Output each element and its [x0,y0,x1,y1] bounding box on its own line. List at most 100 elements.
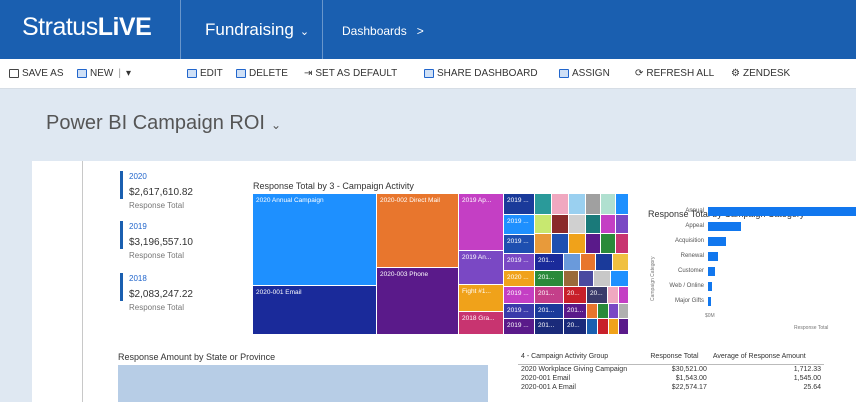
treemap-cell[interactable]: 2020 ... [504,271,534,286]
treemap-cell[interactable]: 20... [587,287,607,303]
bar[interactable] [708,267,716,276]
treemap-cell[interactable] [609,304,618,318]
table-row[interactable]: 2020 Workplace Giving Campaign $30,521.0… [518,365,824,375]
treemap-cell[interactable] [619,287,628,303]
bar[interactable] [708,207,856,216]
treemap-cell[interactable]: 2019 ... [504,319,534,334]
column-header[interactable]: Average of Response Amount [709,349,824,365]
table-cell: $1,543.00 [675,375,707,382]
treemap-cell[interactable]: 2018 Gra... [459,312,503,334]
share-dashboard-button[interactable]: SHARE DASHBOARD [424,68,538,79]
treemap-cell[interactable]: 201... [535,271,563,286]
treemap-cell[interactable] [601,215,615,233]
treemap-cell[interactable]: 2019 An... [459,251,503,284]
treemap-cell[interactable]: Fight #1... [459,285,503,311]
treemap-cell[interactable]: 201... [535,319,563,334]
treemap-cell[interactable] [535,234,551,253]
treemap-cell[interactable]: 201... [564,304,586,318]
treemap-cell[interactable] [586,194,600,214]
column-header[interactable]: 4 - Campaign Activity Group [518,349,648,365]
treemap-cell[interactable]: 2020 Annual Campaign [253,194,376,285]
bar[interactable] [708,252,719,261]
treemap-cell[interactable] [613,254,628,270]
treemap-cell[interactable]: 2019 Ap... [459,194,503,250]
campaign-activity-table[interactable]: 4 - Campaign Activity Group Response Tot… [518,349,824,392]
treemap-cell[interactable]: 2019 ... [504,215,534,234]
treemap-cell[interactable] [616,234,628,253]
refresh-all-button[interactable]: ⟳ REFRESH ALL [635,68,714,79]
page-title[interactable]: Power BI Campaign ROI ⌄ [46,112,281,135]
treemap-cell[interactable] [601,234,615,253]
bar[interactable] [708,237,726,246]
treemap-cell-label: 2019 ... [507,290,529,297]
new-button[interactable]: NEW | ▾ [77,68,131,79]
treemap-cell[interactable] [598,304,608,318]
treemap-cell[interactable]: 201... [535,304,563,318]
treemap-cell[interactable] [535,215,551,233]
treemap-cell[interactable]: 20... [564,319,586,334]
treemap-cell[interactable] [616,194,628,214]
treemap-cell[interactable] [552,234,568,253]
state-province-map[interactable] [118,365,488,402]
treemap-cell[interactable] [552,215,568,233]
zendesk-button[interactable]: ⚙ ZENDESK [731,68,790,79]
treemap-cell[interactable]: 2019 ... [504,194,534,214]
kpi-value: $3,196,557.10 [129,237,193,248]
bar[interactable] [708,282,713,291]
powerbi-report-canvas: 2020 $2,617,610.82 Response Total 2019 $… [32,161,856,402]
command-bar: SAVE AS NEW | ▾ EDIT DELETE ⇥ SET AS DEF… [0,59,856,89]
treemap-cell[interactable] [594,271,610,286]
treemap-cell[interactable]: 201... [535,254,563,270]
treemap-cell[interactable]: 2019 ... [504,304,534,318]
edit-button[interactable]: EDIT [187,68,223,79]
treemap-cell[interactable] [552,194,568,214]
treemap-cell[interactable]: 2020-001 Email [253,286,376,334]
bar[interactable] [708,297,711,306]
dropdown-icon[interactable]: ▾ [126,68,131,79]
treemap-cell-label: 2020-001 Email [256,289,302,296]
breadcrumb[interactable]: Dashboards > [342,24,424,38]
treemap-cell[interactable] [611,271,628,286]
assign-button[interactable]: ASSIGN [559,68,610,79]
treemap-cell[interactable] [598,319,608,334]
treemap-cell[interactable] [569,234,585,253]
treemap-cell[interactable] [579,271,593,286]
bar[interactable] [708,222,741,231]
column-header[interactable]: Response Total [647,349,710,365]
treemap-cell[interactable] [601,194,615,214]
treemap-cell-label: 201... [538,274,555,281]
area-selector[interactable]: Fundraising ⌄ [205,20,309,40]
treemap-cell[interactable] [586,234,600,253]
treemap-cell[interactable] [569,215,585,233]
treemap-cell[interactable]: 2019 ... [504,287,534,303]
stratuslive-logo[interactable]: StratusLiVE [22,13,152,42]
treemap-cell[interactable]: 2019 ... [504,254,534,270]
set-as-default-button[interactable]: ⇥ SET AS DEFAULT [304,68,397,79]
table-row[interactable]: 2020-001 Email $1,543.00 1,545.00 [518,374,824,383]
treemap-cell[interactable] [581,254,595,270]
table-cell: 25.64 [803,384,821,391]
treemap-cell[interactable] [569,194,585,214]
treemap-cell[interactable]: 20... [564,287,586,303]
treemap-cell[interactable] [616,215,628,233]
treemap-cell[interactable]: 2019 ... [504,235,534,253]
treemap-cell[interactable] [609,319,618,334]
treemap-cell[interactable] [596,254,612,270]
treemap-cell[interactable] [608,287,618,303]
treemap-cell[interactable] [587,304,597,318]
table-row[interactable]: 2020-001 A Email $22,574.17 25.64 [518,383,824,392]
treemap-cell[interactable] [564,254,580,270]
treemap-cell-label: 20... [590,290,603,297]
treemap-cell[interactable] [564,271,578,286]
save-as-button[interactable]: SAVE AS [9,68,64,79]
treemap-cell[interactable] [587,319,597,334]
table-cell: 2020-001 A Email [521,384,576,391]
treemap-cell[interactable]: 201... [535,287,563,303]
treemap-cell[interactable]: 2020-002 Direct Mail [377,194,458,267]
treemap-cell[interactable] [619,304,628,318]
treemap-cell[interactable]: 2020-003 Phone [377,268,458,334]
treemap-cell[interactable] [586,215,600,233]
treemap-cell[interactable] [535,194,551,214]
treemap-cell[interactable] [619,319,628,334]
delete-button[interactable]: DELETE [236,68,288,79]
